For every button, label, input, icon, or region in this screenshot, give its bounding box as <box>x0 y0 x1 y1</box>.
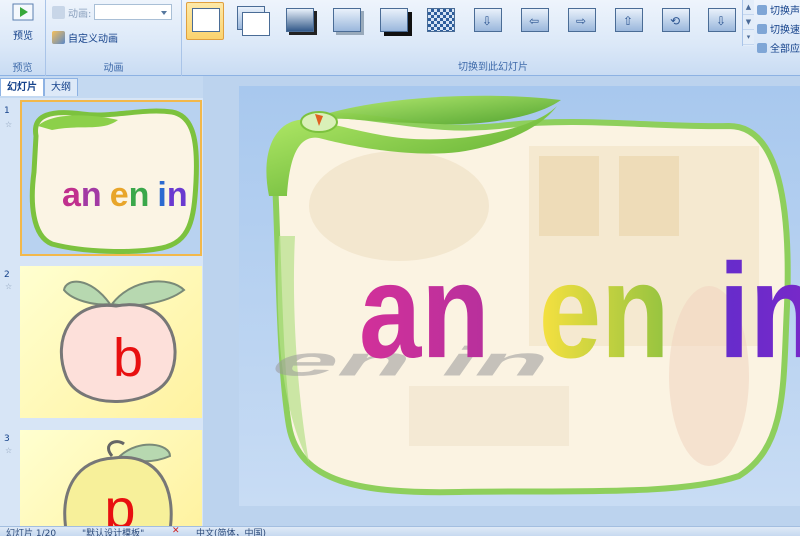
transition-sound-option[interactable]: 切换声 <box>757 0 800 19</box>
ribbon: 预览 预览 动画: 自定义动画 动画 ⇩ ⇦ ⇨ ⇧ ⟲ ⇩ ▲ ▼ ▾ 切换声… <box>0 0 800 76</box>
title-word-en: en <box>539 237 670 387</box>
preview-group-label: 预览 <box>12 63 33 74</box>
slide-2-preview: b <box>59 280 186 403</box>
animation-icon <box>52 5 65 19</box>
transition-cut-black-thumb[interactable] <box>374 2 412 40</box>
current-slide[interactable]: an en in an en in <box>88 86 800 506</box>
apply-all-label: 全部应 <box>770 44 800 55</box>
apply-all-icon <box>757 42 767 53</box>
slide-1-title: an en in <box>62 176 188 214</box>
slide-thumbnail-3[interactable]: p <box>20 430 202 526</box>
arrow-up-icon: ⇧ <box>622 14 634 28</box>
animation-group: 动画: 自定义动画 动画 <box>46 0 182 76</box>
slide-3-preview: p <box>63 440 173 526</box>
slide-number: 3 <box>4 434 10 444</box>
spellcheck-icon[interactable]: ✕ <box>172 526 180 536</box>
arrow-down-icon: ⇩ <box>715 14 727 28</box>
custom-animation-icon <box>52 31 65 44</box>
pane-tabs: 幻灯片 大纲 <box>0 78 78 96</box>
sound-icon <box>757 4 767 15</box>
transition-none-thumb[interactable] <box>186 2 224 40</box>
arrow-down-icon: ⇩ <box>481 14 493 28</box>
transition-sound-label: 切换声 <box>770 6 800 17</box>
transition-dissolve-thumb[interactable] <box>421 2 459 40</box>
animation-dropdown[interactable] <box>94 4 173 20</box>
slide-thumbnail-2[interactable]: b <box>20 266 202 418</box>
animation-dropdown-row: 动画: <box>52 4 173 20</box>
transition-speed-option[interactable]: 切换速 <box>757 19 800 38</box>
wheel-icon: ⟲ <box>669 14 681 28</box>
slide-title: an en in <box>359 237 800 387</box>
gallery-more-icon[interactable]: ▾ <box>743 30 754 45</box>
preview-group: 预览 预览 <box>0 0 46 76</box>
apply-all-option[interactable]: 全部应 <box>757 38 800 57</box>
tab-outline[interactable]: 大纲 <box>44 78 78 96</box>
animation-label: 动画: <box>68 8 92 20</box>
animation-group-label: 动画 <box>103 63 124 74</box>
title-word-in: in <box>719 237 800 387</box>
gallery-up-icon[interactable]: ▲ <box>743 0 754 15</box>
slide-canvas: an en in an en in <box>88 86 800 506</box>
slide-1-preview: an en in <box>29 108 199 254</box>
speed-icon <box>757 23 767 34</box>
transition-wipe-up-thumb[interactable]: ⇧ <box>609 2 647 40</box>
transition-group-label: 切换到此幻灯片 <box>458 62 528 73</box>
custom-animation-label: 自定义动画 <box>68 34 118 45</box>
transition-fade-black-thumb[interactable] <box>280 2 318 40</box>
slide-editor: an en in an en in <box>88 76 800 526</box>
transition-wipe-down-2-thumb[interactable]: ⇩ <box>702 2 740 40</box>
transition-wipe-down-thumb[interactable]: ⇩ <box>468 2 506 40</box>
transition-marker-icon: ☆ <box>5 120 13 129</box>
arrow-right-icon: ⇨ <box>575 14 587 28</box>
slide-number: 2 <box>4 270 10 280</box>
transition-wipe-left-thumb[interactable]: ⇦ <box>515 2 553 40</box>
slide-counter: 幻灯片 1/20 <box>6 529 57 536</box>
preview-button-label: 预览 <box>13 31 33 42</box>
transition-gallery: ⇩ ⇦ ⇨ ⇧ ⟲ ⇩ <box>186 0 740 46</box>
slide-thumbnails: 1 ☆ an en in 2 ☆ b 3 ☆ p <box>0 98 203 526</box>
custom-animation-button[interactable]: 自定义动画 <box>52 30 118 45</box>
status-bar: 幻灯片 1/20 "默认设计模板" ✕ 中文(简体，中国) <box>0 526 800 536</box>
transition-wheel-thumb[interactable]: ⟲ <box>656 2 694 40</box>
language-indicator[interactable]: 中文(简体，中国) <box>196 526 266 536</box>
transition-marker-icon: ☆ <box>5 446 13 455</box>
transition-options: 切换声 切换速 全部应 <box>757 0 800 57</box>
title-word-an: an <box>359 237 490 387</box>
transition-speed-label: 切换速 <box>770 25 800 36</box>
transition-marker-icon: ☆ <box>5 282 13 291</box>
transition-wipe-right-thumb[interactable]: ⇨ <box>562 2 600 40</box>
preview-button[interactable]: 预览 <box>4 2 42 42</box>
theme-name: "默认设计模板" <box>82 529 145 536</box>
tab-slides[interactable]: 幻灯片 <box>0 78 44 96</box>
slide-number: 1 <box>4 106 10 116</box>
transition-fade-thumb[interactable] <box>233 2 271 40</box>
gallery-down-icon[interactable]: ▼ <box>743 15 754 30</box>
slide-3-letter: p <box>104 477 135 526</box>
arrow-left-icon: ⇦ <box>528 14 540 28</box>
slide-thumbnail-1[interactable]: an en in <box>20 100 202 256</box>
gallery-scrollbar[interactable]: ▲ ▼ ▾ <box>742 0 754 46</box>
slide-2-letter: b <box>113 328 143 388</box>
preview-icon <box>12 3 34 21</box>
transition-cut-thumb[interactable] <box>327 2 365 40</box>
